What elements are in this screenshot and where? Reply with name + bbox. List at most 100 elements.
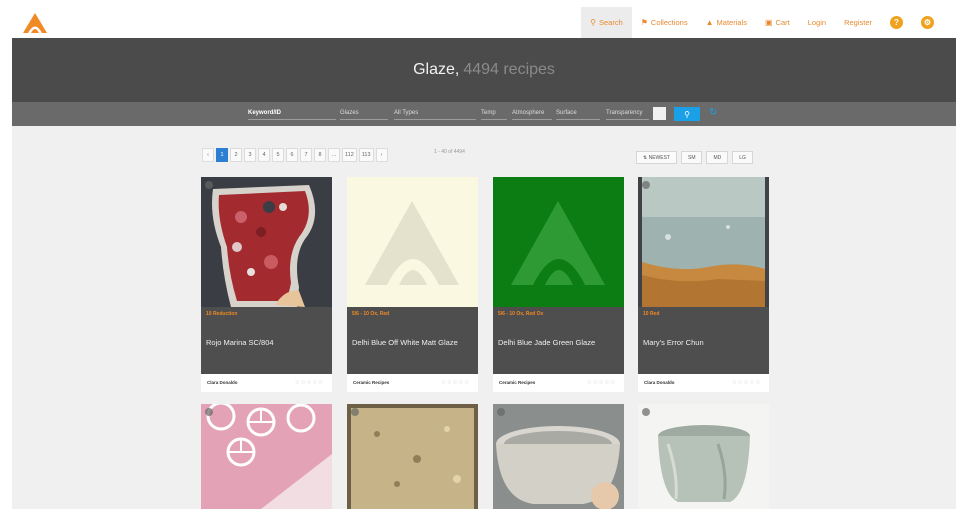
recipe-image[interactable]	[493, 404, 624, 509]
nav-register[interactable]: Register	[835, 7, 881, 38]
page-6[interactable]: 6	[286, 148, 298, 162]
page-hero: Glaze, 4494 recipes	[12, 38, 956, 102]
recipe-info: 5/6 - 10 Ox, Red Ox Delhi Blue Jade Gree…	[493, 307, 624, 374]
reset-icon[interactable]: ↻	[709, 107, 717, 118]
settings-icon: ⚙	[921, 16, 934, 29]
recipe-image[interactable]	[347, 404, 478, 509]
rating-stars[interactable]: ☆☆☆☆☆	[587, 379, 616, 386]
recipe-info: 10 Reduction Rojo Marina SC/804	[201, 307, 332, 374]
main-nav: ⚲ Search ⚑ Collections ▲ Materials ▣ Car…	[581, 7, 943, 38]
view-small-button[interactable]: SM	[680, 151, 703, 164]
nav-login[interactable]: Login	[799, 7, 835, 38]
recipe-image[interactable]	[493, 177, 624, 307]
nav-search[interactable]: ⚲ Search	[581, 7, 632, 38]
recipe-card[interactable]: 10 Red Mary's Error Chun Clara Donaldo ☆…	[638, 177, 769, 392]
recipe-image[interactable]	[638, 404, 769, 509]
flask-icon: ▲	[705, 18, 714, 27]
cart-icon: ▣	[764, 18, 773, 27]
help-icon: ?	[890, 16, 903, 29]
temp-select[interactable]: Temp	[481, 108, 507, 120]
collection-icon: ⚑	[640, 18, 648, 27]
site-logo-icon[interactable]	[22, 12, 48, 34]
page-2[interactable]: 2	[230, 148, 242, 162]
page-next[interactable]: ›	[375, 148, 388, 162]
badge-icon	[205, 408, 213, 416]
page-1[interactable]: 1	[216, 148, 228, 162]
page-3[interactable]: 3	[244, 148, 256, 162]
nav-materials[interactable]: ▲ Materials	[697, 7, 756, 38]
badge-icon	[497, 408, 505, 416]
recipe-card[interactable]: 10 Reduction Rojo Marina SC/804 Clara Do…	[201, 177, 332, 392]
badge-icon	[642, 408, 650, 416]
nav-materials-label: Materials	[716, 18, 747, 27]
image-toggle-icon[interactable]	[653, 107, 666, 120]
surface-select[interactable]: Surface	[556, 108, 600, 120]
recipe-count: 4494 recipes	[463, 61, 555, 78]
recipe-image[interactable]	[638, 177, 769, 307]
page-112[interactable]: 112	[342, 148, 357, 162]
recipe-footer: Clara Donaldo ☆☆☆☆☆	[638, 374, 769, 392]
recipe-author[interactable]: Clara Donaldo	[644, 380, 675, 385]
keyword-input[interactable]: Keyword/ID	[248, 108, 336, 120]
nav-help[interactable]: ?	[881, 7, 912, 38]
nav-collections-label: Collections	[650, 18, 688, 27]
sort-bar: ⇅ NEWEST SM MD LG	[636, 151, 753, 164]
atmosphere-select[interactable]: Atmosphere	[512, 108, 552, 120]
search-icon: ⚲	[590, 18, 596, 27]
nav-register-label: Register	[844, 18, 872, 27]
page-5[interactable]: 5	[272, 148, 284, 162]
nav-collections[interactable]: ⚑ Collections	[632, 7, 697, 38]
sort-newest-label: NEWEST	[648, 154, 670, 161]
recipe-image[interactable]	[201, 404, 332, 509]
badge-icon	[351, 408, 359, 416]
rating-stars[interactable]: ☆☆☆☆☆	[441, 379, 470, 386]
pagination: ‹ 1 2 3 4 5 6 7 8 ... 112 113 ›	[202, 148, 388, 162]
recipe-footer: Clara Donaldo ☆☆☆☆☆	[201, 374, 332, 392]
badge-icon	[642, 181, 650, 189]
recipe-image[interactable]	[347, 177, 478, 307]
recipe-name[interactable]: Mary's Error Chun	[643, 338, 767, 347]
recipe-card[interactable]: 5/6 - 10 Ox, Red Ox Delhi Blue Jade Gree…	[493, 177, 624, 392]
page-title: Glaze,	[413, 61, 460, 78]
rating-stars[interactable]: ☆☆☆☆☆	[295, 379, 324, 386]
nav-search-label: Search	[598, 18, 623, 27]
recipe-footer: Ceramic Recipes ☆☆☆☆☆	[347, 374, 478, 392]
recipe-author[interactable]: Clara Donaldo	[207, 380, 238, 385]
recipe-cone: 10 Red	[643, 311, 660, 317]
recipe-author[interactable]: Ceramic Recipes	[499, 380, 535, 385]
recipe-name[interactable]: Delhi Blue Jade Green Glaze	[498, 338, 622, 347]
top-bar: ⚲ Search ⚑ Collections ▲ Materials ▣ Car…	[0, 0, 965, 38]
view-medium-button[interactable]: MD	[706, 151, 729, 164]
type-select[interactable]: Glazes	[340, 108, 388, 120]
view-large-button[interactable]: LG	[732, 151, 753, 164]
recipe-info: 10 Red Mary's Error Chun	[638, 307, 769, 374]
transparency-select[interactable]: Transparency	[606, 108, 649, 120]
badge-icon	[205, 181, 213, 189]
page-ellipsis: ...	[328, 148, 340, 162]
page-prev[interactable]: ‹	[202, 148, 214, 162]
search-icon: ⚲	[684, 109, 690, 119]
recipe-cone: 5/6 - 10 Ox, Red Ox	[498, 311, 544, 317]
page-8[interactable]: 8	[314, 148, 326, 162]
results-area	[12, 126, 956, 509]
recipe-cone: 10 Reduction	[206, 311, 238, 317]
recipe-name[interactable]: Delhi Blue Off White Matt Glaze	[352, 338, 476, 347]
recipe-cone: 5/6 - 10 Ox, Red	[352, 311, 390, 317]
subtype-select[interactable]: All Types	[394, 108, 476, 120]
filter-bar: Keyword/ID Glazes All Types Temp Atmosph…	[12, 102, 956, 126]
nav-settings[interactable]: ⚙	[912, 7, 943, 38]
page-113[interactable]: 113	[358, 148, 374, 162]
recipe-name[interactable]: Rojo Marina SC/804	[206, 338, 330, 347]
results-range: 1 - 40 of 4494	[434, 149, 465, 155]
recipe-image[interactable]	[201, 177, 332, 307]
nav-cart-label: Cart	[775, 18, 790, 27]
page-7[interactable]: 7	[300, 148, 312, 162]
recipe-author[interactable]: Ceramic Recipes	[353, 380, 389, 385]
nav-cart[interactable]: ▣ Cart	[756, 7, 799, 38]
rating-stars[interactable]: ☆☆☆☆☆	[732, 379, 761, 386]
recipe-card[interactable]: 5/6 - 10 Ox, Red Delhi Blue Off White Ma…	[347, 177, 478, 392]
sort-newest-button[interactable]: ⇅ NEWEST	[636, 151, 677, 164]
search-button[interactable]: ⚲	[674, 107, 700, 121]
page-4[interactable]: 4	[258, 148, 270, 162]
recipe-footer: Ceramic Recipes ☆☆☆☆☆	[493, 374, 624, 392]
